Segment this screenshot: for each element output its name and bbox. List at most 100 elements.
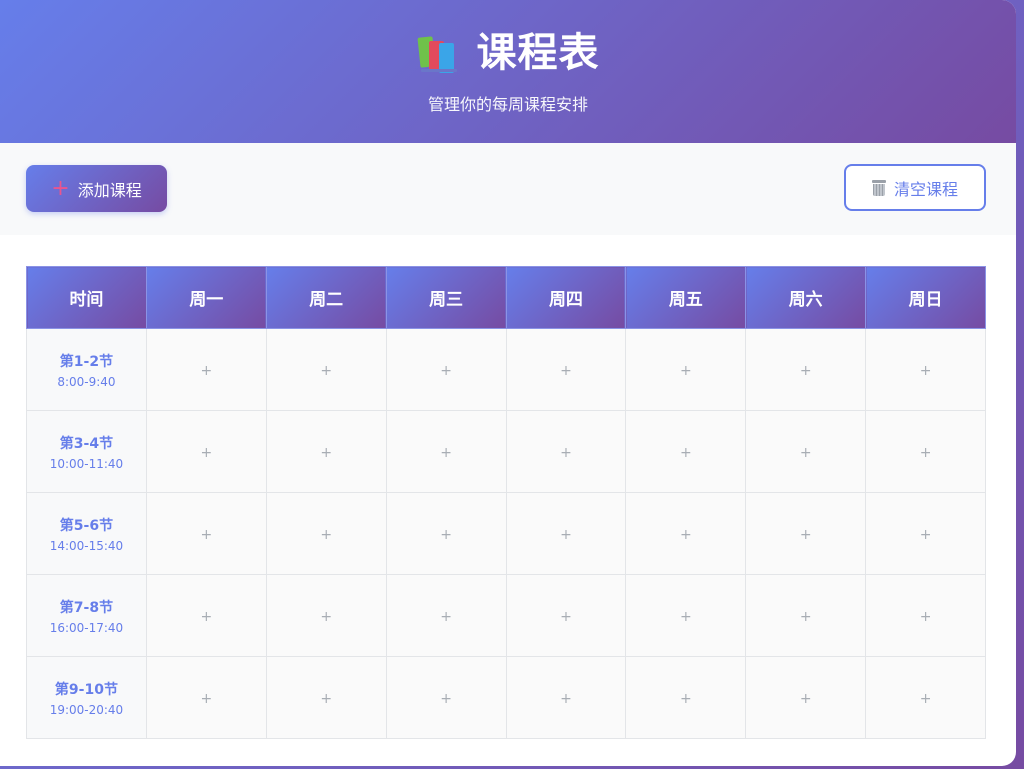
day-header: 周一 xyxy=(145,266,267,329)
course-cell[interactable]: + xyxy=(145,656,267,739)
course-cell[interactable]: + xyxy=(265,492,387,575)
add-course-cell-icon: + xyxy=(679,445,692,461)
toolbar: + 添加课程 清空课程 xyxy=(0,143,1016,235)
table-row: 第1-2节 8:00-9:40 + + + + + + + xyxy=(26,328,986,411)
course-cell[interactable]: + xyxy=(145,410,267,493)
add-course-cell-icon: + xyxy=(679,691,692,707)
course-cell[interactable]: + xyxy=(865,574,986,657)
add-course-cell-icon: + xyxy=(440,363,452,379)
slot-time: 10:00-11:40 xyxy=(49,456,124,471)
add-course-cell-icon: + xyxy=(679,527,692,543)
table-body: 第1-2节 8:00-9:40 + + + + + + + 第3-4节 10:00-11:40 + + +… xyxy=(26,328,986,739)
day-header: 周六 xyxy=(745,266,867,329)
time-slot-cell: 第1-2节 8:00-9:40 xyxy=(26,328,147,411)
add-course-cell-icon: + xyxy=(560,363,572,379)
time-slot-cell: 第3-4节 10:00-11:40 xyxy=(26,410,147,493)
add-course-cell-icon: + xyxy=(320,445,333,461)
day-header: 周日 xyxy=(865,266,986,329)
course-cell[interactable]: + xyxy=(745,410,867,493)
add-course-cell-icon: + xyxy=(560,527,572,543)
slot-label: 第1-2节 xyxy=(59,353,114,370)
add-course-cell-icon: + xyxy=(320,609,333,625)
course-cell[interactable]: + xyxy=(505,492,627,575)
title-row: 课程表 xyxy=(0,30,1016,76)
add-course-cell-icon: + xyxy=(799,609,812,625)
course-cell[interactable]: + xyxy=(505,656,627,739)
course-cell[interactable]: + xyxy=(745,492,867,575)
page-subtitle: 管理你的每周课程安排 xyxy=(427,95,588,114)
course-cell[interactable]: + xyxy=(625,656,747,739)
course-cell[interactable]: + xyxy=(385,574,507,657)
slot-label: 第3-4节 xyxy=(59,435,114,452)
course-cell[interactable]: + xyxy=(745,574,867,657)
course-cell[interactable]: + xyxy=(385,328,507,411)
course-cell[interactable]: + xyxy=(505,410,627,493)
add-course-cell-icon: + xyxy=(679,363,692,379)
add-course-cell-icon: + xyxy=(919,363,932,379)
course-cell[interactable]: + xyxy=(385,492,507,575)
add-course-cell-icon: + xyxy=(560,691,572,707)
course-cell[interactable]: + xyxy=(385,410,507,493)
add-course-cell-icon: + xyxy=(560,609,572,625)
course-cell[interactable]: + xyxy=(625,492,747,575)
course-cell[interactable]: + xyxy=(265,328,387,411)
add-course-cell-icon: + xyxy=(560,445,572,461)
day-header: 周三 xyxy=(385,266,507,329)
time-column-header: 时间 xyxy=(26,266,147,329)
course-cell[interactable]: + xyxy=(145,328,267,411)
add-course-cell-icon: + xyxy=(200,527,213,543)
add-course-cell-icon: + xyxy=(799,363,812,379)
add-course-cell-icon: + xyxy=(799,445,812,461)
add-course-cell-icon: + xyxy=(440,609,452,625)
add-course-cell-icon: + xyxy=(919,609,932,625)
add-course-cell-icon: + xyxy=(200,363,213,379)
course-cell[interactable]: + xyxy=(385,656,507,739)
slot-label: 第9-10节 xyxy=(54,681,118,698)
course-cell[interactable]: + xyxy=(505,328,627,411)
page-header: 课程表 管理你的每周课程安排 xyxy=(0,0,1016,143)
course-cell[interactable]: + xyxy=(625,410,747,493)
table-row: 第9-10节 19:00-20:40 + + + + + + + xyxy=(26,656,986,739)
course-cell[interactable]: + xyxy=(865,410,986,493)
books-icon xyxy=(416,33,461,73)
slot-time: 16:00-17:40 xyxy=(49,620,124,635)
plus-icon: + xyxy=(51,175,70,201)
slot-label: 第5-6节 xyxy=(59,517,114,534)
day-header: 周五 xyxy=(625,266,747,329)
course-cell[interactable]: + xyxy=(625,574,747,657)
table-row: 第3-4节 10:00-11:40 + + + + + + + xyxy=(26,410,986,493)
add-course-cell-icon: + xyxy=(919,691,932,707)
course-cell[interactable]: + xyxy=(625,328,747,411)
course-cell[interactable]: + xyxy=(265,410,387,493)
add-course-cell-icon: + xyxy=(320,691,333,707)
add-course-cell-icon: + xyxy=(440,445,452,461)
course-cell[interactable]: + xyxy=(865,656,986,739)
add-course-button[interactable]: + 添加课程 xyxy=(26,165,167,212)
table-header-row: 时间 周一 周二 周三 周四 周五 周六 周日 xyxy=(26,266,986,329)
clear-courses-button[interactable]: 清空课程 xyxy=(844,164,986,211)
clear-courses-label: 清空课程 xyxy=(893,179,958,199)
course-cell[interactable]: + xyxy=(505,574,627,657)
course-cell[interactable]: + xyxy=(265,656,387,739)
add-course-cell-icon: + xyxy=(440,527,452,543)
add-course-cell-icon: + xyxy=(320,363,333,379)
course-cell[interactable]: + xyxy=(745,328,867,411)
slot-label: 第7-8节 xyxy=(59,599,114,616)
add-course-cell-icon: + xyxy=(919,445,932,461)
add-course-cell-icon: + xyxy=(679,609,692,625)
slot-time: 19:00-20:40 xyxy=(49,702,124,717)
course-cell[interactable]: + xyxy=(145,492,267,575)
course-cell[interactable]: + xyxy=(745,656,867,739)
course-cell[interactable]: + xyxy=(145,574,267,657)
schedule-card: 课程表 管理你的每周课程安排 + 添加课程 清空课程 时间 周一 周二 周三 周四 周五… xyxy=(0,0,1016,766)
day-header: 周四 xyxy=(505,266,627,329)
table-row: 第5-6节 14:00-15:40 + + + + + + + xyxy=(26,492,986,575)
course-cell[interactable]: + xyxy=(265,574,387,657)
course-cell[interactable]: + xyxy=(865,492,986,575)
add-course-label: 添加课程 xyxy=(77,180,142,200)
slot-time: 8:00-9:40 xyxy=(57,374,116,389)
course-cell[interactable]: + xyxy=(865,328,986,411)
trash-icon xyxy=(871,179,886,196)
time-slot-cell: 第5-6节 14:00-15:40 xyxy=(26,492,147,575)
add-course-cell-icon: + xyxy=(200,445,213,461)
